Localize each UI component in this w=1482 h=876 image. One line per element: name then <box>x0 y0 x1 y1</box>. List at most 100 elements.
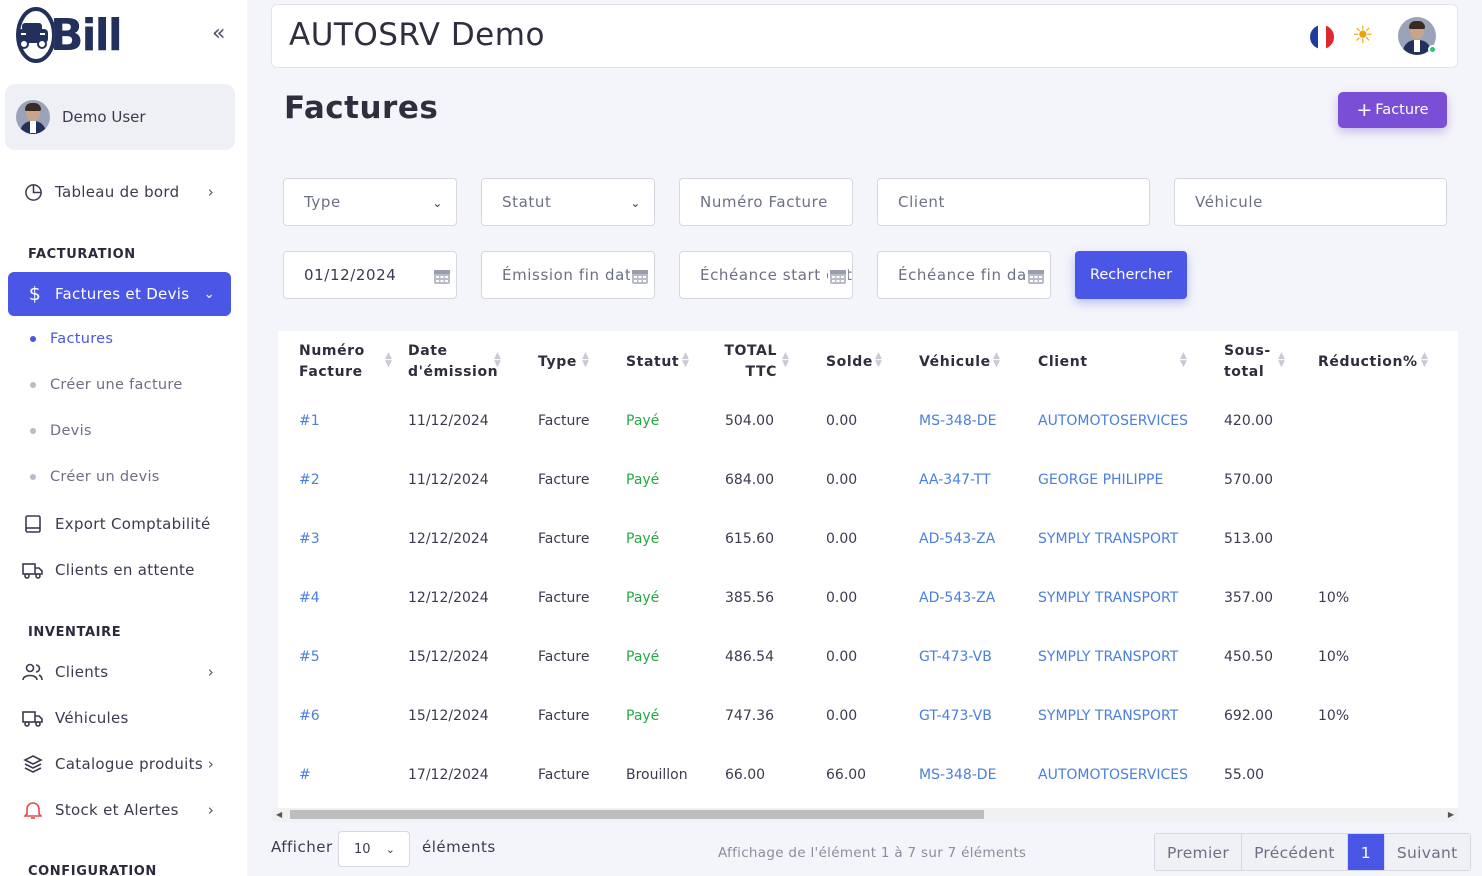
sort-icon[interactable]: ▲ ▼ <box>782 352 790 369</box>
vehicle-link[interactable]: GT-473-VB <box>919 649 992 665</box>
calendar-icon[interactable] <box>828 266 848 286</box>
sidebar-subitem-invoices[interactable]: Factures <box>30 331 113 347</box>
bullet-icon <box>30 428 36 434</box>
sort-icon[interactable]: ▲ ▼ <box>385 352 393 369</box>
sidebar-item-stock[interactable]: Stock et Alertes › <box>22 798 222 822</box>
next-page-button[interactable]: Suivant <box>1384 834 1470 870</box>
column-header-date[interactable]: Date d'émission ▲ ▼ <box>408 341 501 383</box>
sort-icon[interactable]: ▲ ▼ <box>582 352 590 369</box>
emission-start-date-input[interactable]: 01/12/2024 <box>283 251 457 299</box>
invoice-number-link[interactable]: #2 <box>299 472 320 488</box>
sidebar-item-invoices-quotes[interactable]: $ Factures et Devis ⌄ <box>8 272 231 316</box>
calendar-icon[interactable] <box>432 266 452 286</box>
vehicle-link[interactable]: GT-473-VB <box>919 708 992 724</box>
current-page-button[interactable]: 1 <box>1347 834 1385 870</box>
add-invoice-button[interactable]: + Facture <box>1338 92 1447 128</box>
column-header-vehicle[interactable]: Véhicule ▲ ▼ <box>919 341 1001 383</box>
column-header-client[interactable]: Client ▲ ▼ <box>1038 341 1188 383</box>
vehicle-link[interactable]: MS-348-DE <box>919 413 996 429</box>
sidebar-item-label: Stock et Alertes <box>55 801 179 819</box>
invoice-number-link[interactable]: #1 <box>299 413 320 429</box>
client-link[interactable]: SYMPLY TRANSPORT <box>1038 708 1178 724</box>
sort-icon[interactable]: ▲ ▼ <box>993 352 1001 369</box>
invoice-number-link[interactable]: #3 <box>299 531 320 547</box>
sort-icon[interactable]: ▲ ▼ <box>494 352 502 369</box>
scroll-left-icon[interactable]: ◀ <box>276 810 282 819</box>
column-header-status[interactable]: Statut ▲ ▼ <box>626 341 690 383</box>
sort-icon[interactable]: ▲ ▼ <box>1421 352 1429 369</box>
client-link[interactable]: SYMPLY TRANSPORT <box>1038 531 1178 547</box>
total-cell: 385.56 <box>725 590 774 606</box>
sort-icon[interactable]: ▲ ▼ <box>875 352 883 369</box>
chevron-right-icon: › <box>207 801 214 819</box>
sort-icon[interactable]: ▲ ▼ <box>1180 352 1188 369</box>
discount-cell: 10% <box>1318 590 1350 606</box>
calendar-icon[interactable] <box>1026 266 1046 286</box>
invoice-number-link[interactable]: #4 <box>299 590 320 606</box>
column-header-balance[interactable]: Solde ▲ ▼ <box>826 341 882 383</box>
vehicle-link[interactable]: AD-543-ZA <box>919 531 995 547</box>
sidebar-item-vehicles[interactable]: Véhicules <box>22 706 222 730</box>
scrollbar-thumb[interactable] <box>290 810 984 819</box>
vehicle-link[interactable]: MS-348-DE <box>919 767 996 783</box>
status-select[interactable]: Statut ⌄ <box>481 178 655 226</box>
client-link[interactable]: SYMPLY TRANSPORT <box>1038 590 1178 606</box>
due-start-date-input[interactable]: Échéance start date <box>679 251 853 299</box>
invoice-number-link[interactable]: # <box>299 767 311 783</box>
scroll-right-icon[interactable]: ▶ <box>1448 810 1454 819</box>
sidebar-item-label: Catalogue produits <box>55 755 203 773</box>
client-link[interactable]: AUTOMOTOSERVICES <box>1038 767 1188 783</box>
invoice-number-link[interactable]: #5 <box>299 649 320 665</box>
vehicle-link[interactable]: AD-543-ZA <box>919 590 995 606</box>
emission-date-cell: 11/12/2024 <box>408 472 489 488</box>
logo[interactable]: Bill <box>14 6 123 64</box>
total-cell: 504.00 <box>725 413 774 429</box>
client-link[interactable]: AUTOMOTOSERVICES <box>1038 413 1188 429</box>
horizontal-scrollbar[interactable]: ◀ ▶ <box>272 808 1458 822</box>
client-input[interactable]: Client <box>877 178 1150 226</box>
column-header-number[interactable]: Numéro Facture ▲ ▼ <box>299 341 392 383</box>
vehicle-link[interactable]: AA-347-TT <box>919 472 991 488</box>
due-end-date-input[interactable]: Échéance fin date <box>877 251 1051 299</box>
collapse-sidebar-icon[interactable]: « <box>212 23 225 45</box>
dollar-icon: $ <box>28 283 42 305</box>
balance-cell: 0.00 <box>826 413 858 429</box>
search-button[interactable]: Rechercher <box>1075 251 1187 299</box>
column-header-type[interactable]: Type ▲ ▼ <box>538 341 590 383</box>
balance-cell: 0.00 <box>826 590 858 606</box>
user-card[interactable]: Demo User <box>5 84 235 150</box>
type-cell: Facture <box>538 649 590 665</box>
sort-icon[interactable]: ▲ ▼ <box>682 352 690 369</box>
profile-avatar[interactable] <box>1398 17 1437 55</box>
vehicle-placeholder: Véhicule <box>1195 193 1263 211</box>
invoice-number-input[interactable]: Numéro Facture <box>679 178 853 226</box>
column-header-subtotal[interactable]: Sous-total ▲ ▼ <box>1224 341 1285 383</box>
client-link[interactable]: SYMPLY TRANSPORT <box>1038 649 1178 665</box>
vehicle-input[interactable]: Véhicule <box>1174 178 1447 226</box>
french-flag-icon[interactable] <box>1310 25 1334 49</box>
column-header-discount[interactable]: Réduction% ▲ ▼ <box>1318 341 1428 383</box>
calendar-icon[interactable] <box>630 266 650 286</box>
sidebar-item-export[interactable]: Export Comptabilité <box>22 512 222 536</box>
sidebar-item-label: Export Comptabilité <box>55 515 211 533</box>
page-size-select[interactable]: 10 ⌄ <box>338 831 410 867</box>
previous-page-button[interactable]: Précédent <box>1242 834 1348 870</box>
sidebar-item-catalog[interactable]: Catalogue produits › <box>22 752 222 776</box>
sidebar-subitem-create-quote[interactable]: Créer un devis <box>30 469 160 485</box>
type-select[interactable]: Type ⌄ <box>283 178 457 226</box>
subtotal-cell: 692.00 <box>1224 708 1273 724</box>
column-header-total[interactable]: TOTAL TTC ▲ ▼ <box>724 341 789 383</box>
client-link[interactable]: GEORGE PHILIPPE <box>1038 472 1163 488</box>
first-page-button[interactable]: Premier <box>1155 834 1243 870</box>
sort-icon[interactable]: ▲ ▼ <box>1278 352 1286 369</box>
emission-end-date-input[interactable]: Émission fin date <box>481 251 655 299</box>
sidebar-item-dashboard[interactable]: Tableau de bord › <box>22 180 222 204</box>
sidebar-subitem-quotes[interactable]: Devis <box>30 423 92 439</box>
add-invoice-label: Facture <box>1375 102 1429 118</box>
emission-date-cell: 11/12/2024 <box>408 413 489 429</box>
sidebar-item-clients[interactable]: Clients › <box>22 660 222 684</box>
sidebar-item-waiting-clients[interactable]: Clients en attente <box>22 558 222 582</box>
sun-icon[interactable]: ☀ <box>1352 23 1374 47</box>
sidebar-subitem-create-invoice[interactable]: Créer une facture <box>30 377 183 393</box>
invoice-number-link[interactable]: #6 <box>299 708 320 724</box>
